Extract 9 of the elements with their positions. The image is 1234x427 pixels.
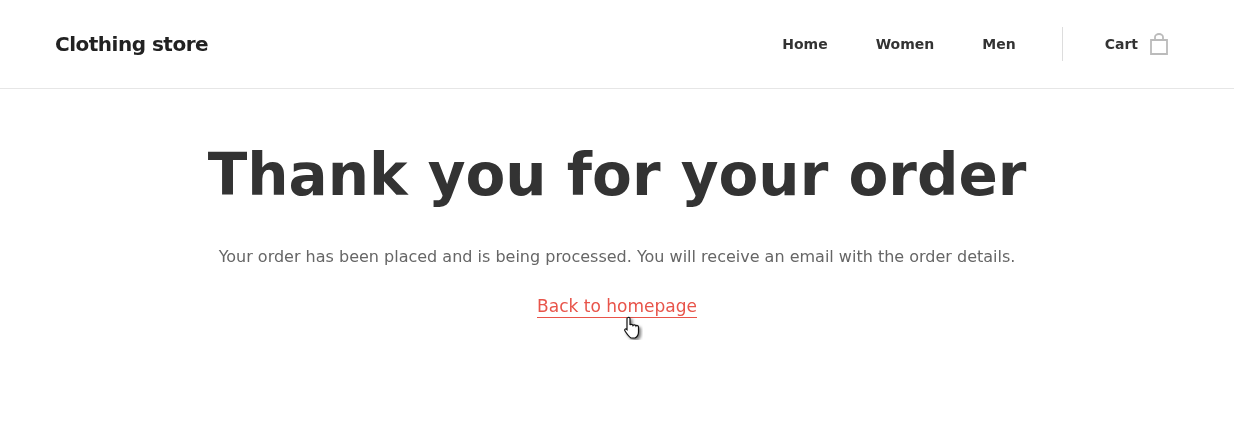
cart-link[interactable]: Cart	[1104, 36, 1138, 52]
page-heading: Thank you for your order	[207, 141, 1027, 209]
nav-link[interactable]: Home	[782, 36, 828, 52]
back-to-homepage-link[interactable]: Back to homepage	[537, 296, 697, 318]
nav-link[interactable]: Men	[982, 36, 1016, 52]
nav-link[interactable]: Women	[875, 36, 935, 52]
confirmation-message: Your order has been placed and is being processed. You will receive an email with the order details.	[218, 247, 1016, 266]
store-logo[interactable]: Clothing store	[55, 32, 209, 56]
shopping-bag-icon[interactable]	[1150, 33, 1168, 55]
